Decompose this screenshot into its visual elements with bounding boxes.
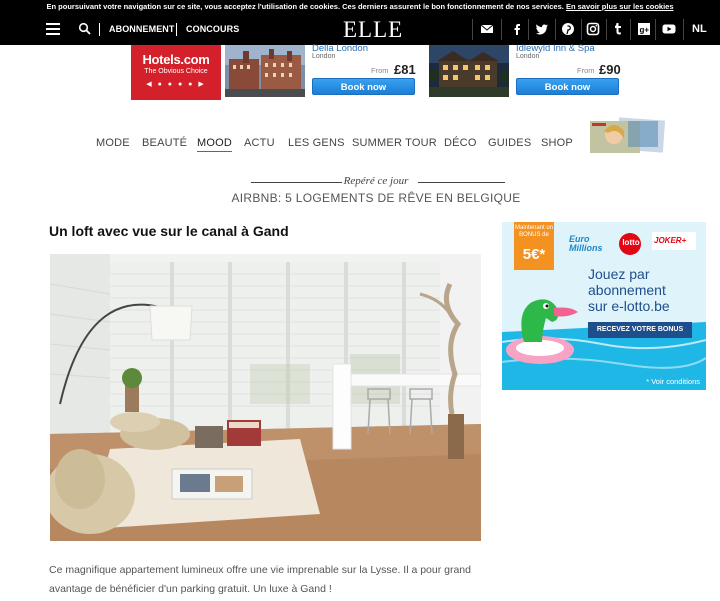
divider xyxy=(655,19,656,40)
receive-bonus-button[interactable]: RECEVEZ VOTRE BONUS xyxy=(588,322,692,338)
nav-item-shop[interactable]: SHOP xyxy=(541,137,573,149)
featured-headline[interactable]: AIRBNB: 5 LOGEMENTS DE RÊVE EN BELGIQUE xyxy=(0,191,720,205)
cookie-bar: En poursuivant votre navigation sur ce s… xyxy=(0,0,720,14)
divider xyxy=(630,19,631,40)
hotels-tagline: The Obvious Choice xyxy=(144,68,208,75)
divider xyxy=(501,19,502,40)
divider xyxy=(581,19,582,40)
divider xyxy=(176,23,177,36)
lotto-footnote: * Voir conditions xyxy=(646,377,700,386)
bonus-badge-value: 5€* xyxy=(522,246,546,263)
hotel-card[interactable]: Idlewyld Inn & Spa London From £90 Book … xyxy=(429,43,624,100)
hotel-city: London xyxy=(312,53,336,60)
svg-text:g+: g+ xyxy=(640,26,650,35)
hotel-price: £90 xyxy=(599,62,621,77)
hotels-ad-banner[interactable]: Hotels.com The Obvious Choice ◀ ● ● ● ● … xyxy=(131,43,624,100)
article-title: Un loft avec vue sur le canal à Gand xyxy=(49,223,289,239)
divider xyxy=(606,19,607,40)
concours-link[interactable]: CONCOURS xyxy=(186,14,239,45)
nav-item-deco[interactable]: DÉCO xyxy=(444,137,477,149)
nav-item-mode[interactable]: MODE xyxy=(96,137,130,149)
divider xyxy=(555,19,556,40)
hotel-city: London xyxy=(516,53,540,60)
divider xyxy=(683,19,684,40)
abonnement-link[interactable]: ABONNEMENT xyxy=(109,14,175,45)
nav-item-guides[interactable]: GUIDES xyxy=(488,137,531,149)
hotel-price: £81 xyxy=(394,62,416,77)
hotels-brand: Hotels.com xyxy=(142,52,210,67)
price-from-label: From xyxy=(577,66,595,75)
book-now-button[interactable]: Book now xyxy=(312,78,415,95)
carousel-arrows-icon[interactable]: ◀ ● ● ● ● ▶ xyxy=(131,80,221,88)
cookie-text: En poursuivant votre navigation sur ce s… xyxy=(46,2,564,11)
pinterest-icon[interactable] xyxy=(560,21,576,37)
twitter-icon[interactable] xyxy=(534,21,550,37)
elle-logo[interactable]: ELLE xyxy=(343,17,403,42)
divider xyxy=(99,23,100,36)
article-image xyxy=(50,254,481,541)
instagram-icon[interactable] xyxy=(585,21,601,37)
nav-item-actu[interactable]: ACTU xyxy=(244,137,275,149)
hotel-photo xyxy=(429,45,509,97)
facebook-icon[interactable] xyxy=(509,21,525,37)
joker-logo: JOKER+ xyxy=(654,236,687,245)
lotto-logo: lotto xyxy=(622,238,640,247)
featured-label: Repéré ce jour xyxy=(343,175,409,187)
top-navbar: ABONNEMENT CONCOURS ELLE g+ NL xyxy=(0,14,720,45)
hotel-card[interactable]: Della London London From £81 Book now xyxy=(225,43,420,100)
nav-item-les-gens[interactable]: LES GENS xyxy=(288,137,345,149)
lotto-headline: Jouez par abonnement sur e-lotto.be xyxy=(588,266,670,314)
lotto-headline-line: Jouez par xyxy=(588,266,650,282)
bonus-badge-text: Maintenant un BONUS de xyxy=(514,225,554,238)
nav-item-beaute[interactable]: BEAUTÉ xyxy=(142,137,187,149)
hotel-photo xyxy=(225,45,305,97)
mail-icon[interactable] xyxy=(479,21,495,37)
divider xyxy=(528,19,529,40)
divider xyxy=(472,19,473,40)
search-icon[interactable] xyxy=(78,22,92,36)
youtube-icon[interactable] xyxy=(661,21,677,37)
hotels-logo[interactable]: Hotels.com The Obvious Choice ◀ ● ● ● ● … xyxy=(131,45,221,100)
magazine-cover-thumbnail[interactable] xyxy=(588,117,665,153)
lotto-ad[interactable]: Maintenant un BONUS de 5€* Euro Millions… xyxy=(502,222,706,390)
tumblr-icon[interactable] xyxy=(610,21,626,37)
lotto-headline-line: abonnement xyxy=(588,282,666,298)
language-switch[interactable]: NL xyxy=(692,14,707,45)
nav-item-summer-tour[interactable]: SUMMER TOUR xyxy=(352,137,437,149)
euromillions-logo: Euro Millions xyxy=(569,234,603,253)
lotto-headline-line: sur e-lotto.be xyxy=(588,298,670,314)
google-plus-icon[interactable]: g+ xyxy=(636,21,652,37)
menu-icon[interactable] xyxy=(46,23,60,35)
book-now-button[interactable]: Book now xyxy=(516,78,619,95)
price-from-label: From xyxy=(371,66,389,75)
cookie-more-link[interactable]: En savoir plus sur les cookies xyxy=(566,2,674,11)
nav-item-mood[interactable]: MOOD xyxy=(197,137,233,152)
article-body: Ce magnifique appartement lumineux offre… xyxy=(49,564,471,595)
